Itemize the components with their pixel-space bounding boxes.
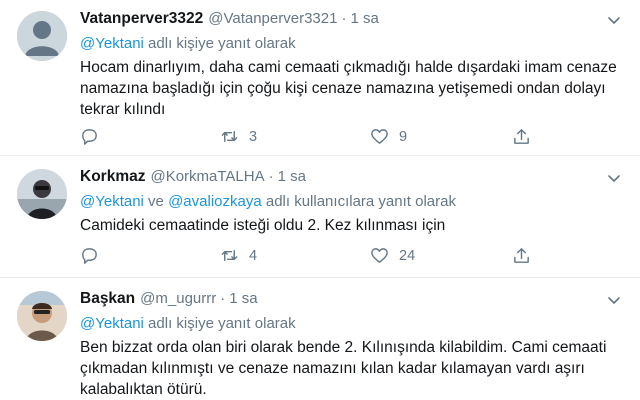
share-icon — [514, 248, 529, 263]
avatar[interactable] — [17, 169, 67, 219]
tweet-header: Vatanperver3322 @Vatanperver3321 · 1 sa — [80, 10, 624, 32]
display-name[interactable]: Vatanperver3322 — [80, 10, 203, 28]
mention-link[interactable]: @Yektani — [80, 193, 144, 210]
like-count: 9 — [399, 128, 408, 145]
reply-button[interactable] — [80, 246, 99, 265]
retweet-icon — [221, 250, 238, 261]
mention-link[interactable]: @avaliozkaya — [168, 193, 262, 210]
retweet-count: 3 — [249, 128, 258, 145]
reply-icon — [82, 248, 97, 264]
retweet-count: 4 — [249, 247, 258, 264]
reply-context: @Yektani adlı kişiye yanıt olarak — [80, 315, 624, 335]
tweet[interactable]: Başkan @m_ugurrr · 1 sa @Yektani adlı ki… — [0, 278, 640, 400]
profile-photo-icon — [17, 169, 67, 219]
timestamp[interactable]: 1 sa — [229, 290, 257, 307]
retweet-button[interactable]: 3 — [220, 127, 257, 146]
reply-joiner: ve — [143, 193, 169, 210]
like-button[interactable]: 24 — [370, 246, 415, 265]
tweet-actions: 4 24 — [80, 246, 550, 268]
like-count: 24 — [399, 247, 416, 264]
like-icon — [371, 248, 388, 263]
separator-dot: · — [220, 290, 226, 307]
reply-icon — [82, 129, 97, 145]
tweet-actions: 3 9 — [80, 127, 550, 149]
chevron-down-icon[interactable] — [606, 170, 622, 186]
tweet-text: Hocam dinarlıyım, daha cami cemaati çıkm… — [80, 59, 617, 118]
user-handle[interactable]: @KorkmaTALHA — [150, 168, 264, 185]
retweet-button[interactable]: 4 — [220, 246, 257, 265]
avatar[interactable] — [17, 291, 67, 341]
tweet-text: Ben bizzat orda olan biri olarak bende 2… — [80, 339, 607, 398]
display-name[interactable]: Başkan — [80, 290, 135, 308]
mention-link[interactable]: @Yektani — [80, 315, 144, 332]
user-handle[interactable]: @m_ugurrr — [140, 290, 216, 307]
tweet[interactable]: Korkmaz @KorkmaTALHA · 1 sa @Yektani ve … — [0, 156, 640, 278]
avatar[interactable] — [17, 11, 67, 61]
reply-context: @Yektani adlı kişiye yanıt olarak — [80, 35, 624, 55]
tweet-header: Korkmaz @KorkmaTALHA · 1 sa — [80, 168, 624, 190]
reply-button[interactable] — [80, 127, 99, 146]
share-button[interactable] — [512, 127, 531, 146]
like-icon — [371, 129, 388, 144]
default-avatar-icon — [17, 11, 67, 61]
reply-context-text: adlı kişiye yanıt olarak — [143, 35, 296, 52]
reply-context: @Yektani ve @avaliozkaya adlı kullanıcıl… — [80, 193, 624, 213]
chevron-down-icon[interactable] — [606, 292, 622, 308]
tweet-header: Başkan @m_ugurrr · 1 sa — [80, 290, 624, 312]
reply-context-text: adlı kişiye yanıt olarak — [143, 315, 296, 332]
separator-dot: · — [268, 168, 274, 185]
chevron-down-icon[interactable] — [606, 12, 622, 28]
share-icon — [514, 129, 529, 144]
tweet[interactable]: Vatanperver3322 @Vatanperver3321 · 1 sa … — [0, 0, 640, 156]
reply-context-text: adlı kullanıcılara yanıt olarak — [261, 193, 456, 210]
user-handle[interactable]: @Vatanperver3321 — [208, 10, 337, 27]
display-name[interactable]: Korkmaz — [80, 168, 145, 186]
share-button[interactable] — [512, 246, 531, 265]
mention-link[interactable]: @Yektani — [80, 35, 144, 52]
tweet-text: Camideki cemaatinde isteği oldu 2. Kez k… — [80, 217, 446, 234]
timestamp[interactable]: 1 sa — [278, 168, 306, 185]
timestamp[interactable]: 1 sa — [350, 10, 378, 27]
separator-dot: · — [341, 10, 347, 27]
like-button[interactable]: 9 — [370, 127, 407, 146]
profile-photo-icon — [17, 291, 67, 341]
retweet-icon — [221, 131, 238, 142]
